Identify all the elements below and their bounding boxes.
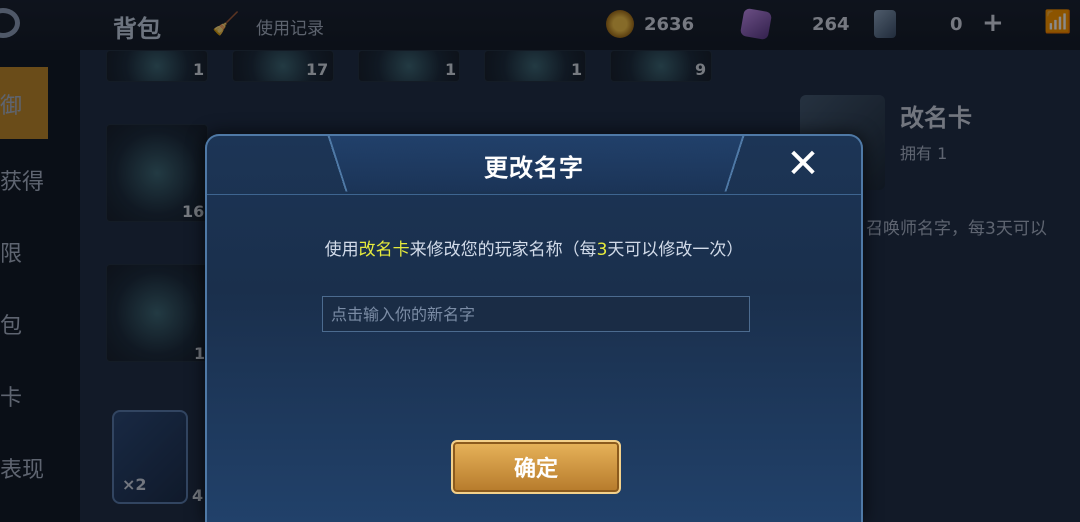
broom-icon[interactable]: 🧹	[212, 12, 239, 37]
desc-text-pre: 使用	[324, 240, 359, 260]
gold-amount: 2636	[644, 13, 695, 35]
item-count: 1	[193, 60, 205, 79]
add-currency-button[interactable]: +	[982, 8, 1004, 38]
desc-days: 3	[596, 240, 608, 260]
sidebar-item-5[interactable]: 卡	[0, 380, 22, 412]
dialog-header: 更改名字 ✕	[207, 136, 861, 195]
item-count: 4	[192, 486, 204, 505]
dialog-description: 使用改名卡来修改您的玩家名称（每3天可以修改一次）	[207, 235, 861, 260]
item-detail-owned: 拥有 1	[900, 144, 948, 163]
item-count: 9	[695, 60, 707, 79]
gem-amount: 264	[812, 13, 850, 35]
sidebar-item-1[interactable]: 御	[0, 88, 22, 120]
sidebar-item-2[interactable]: 获得	[0, 164, 44, 196]
gold-coin-icon	[606, 10, 634, 38]
close-button[interactable]: ✕	[783, 144, 823, 184]
rename-card-thumbnail[interactable]: ×2	[112, 410, 188, 504]
item-count: 17	[306, 60, 329, 79]
page-title: 背包	[113, 15, 161, 43]
desc-item-name: 改名卡	[358, 240, 410, 260]
sidebar-item-6[interactable]: 表现	[0, 452, 44, 484]
item-count: 1	[194, 344, 206, 363]
back-logo-icon[interactable]	[0, 8, 20, 38]
usage-history-link[interactable]: 使用记录	[256, 14, 324, 39]
gold-currency: 2636	[606, 8, 694, 40]
item-count: 16	[182, 202, 205, 221]
item-tile[interactable]	[106, 264, 208, 362]
dialog-title: 更改名字	[484, 154, 584, 182]
item-detail-name: 改名卡	[900, 104, 972, 132]
item-count: 1	[571, 60, 583, 79]
sidebar-item-4[interactable]: 包	[0, 308, 22, 340]
wifi-icon: 📶	[1044, 10, 1072, 35]
card-multiplier: ×2	[122, 475, 147, 494]
card-currency: 0	[874, 8, 963, 40]
item-count: 1	[445, 60, 457, 79]
card-ticket-icon	[874, 10, 896, 38]
desc-text-mid: 来修改您的玩家名称（每	[409, 240, 597, 260]
gem-icon	[739, 7, 773, 41]
sidebar-item-3[interactable]: 限	[0, 236, 22, 268]
card-amount: 0	[950, 13, 963, 35]
gem-currency: 264	[739, 7, 850, 41]
item-detail-description: 召唤师名字，每3天可以	[866, 219, 1047, 239]
new-name-input[interactable]	[322, 296, 750, 332]
rename-dialog: 更改名字 ✕ 使用改名卡来修改您的玩家名称（每3天可以修改一次） 确定	[205, 134, 863, 522]
confirm-button[interactable]: 确定	[451, 440, 621, 494]
top-bar: 背包 🧹 使用记录 2636 264 0 + 📶	[0, 0, 1080, 50]
desc-text-post: 天可以修改一次）	[607, 240, 744, 260]
